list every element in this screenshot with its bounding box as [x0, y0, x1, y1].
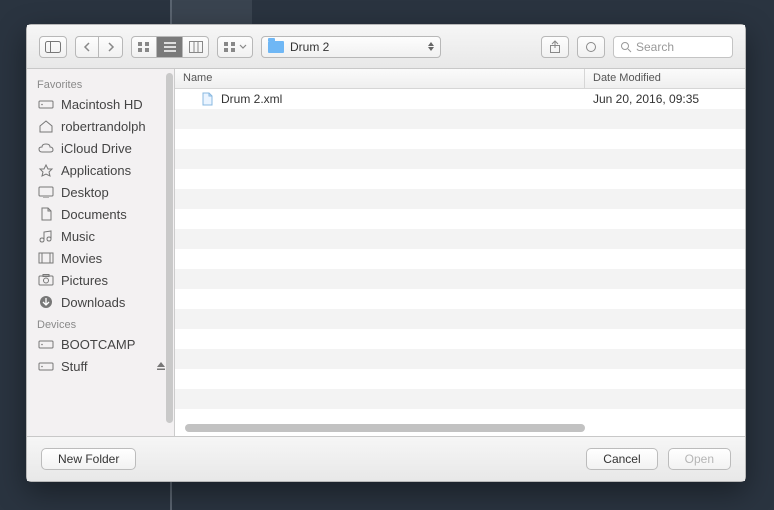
open-dialog: Drum 2 Search Favorites Macintosh HD rob… [26, 24, 746, 482]
path-popup[interactable]: Drum 2 [261, 36, 441, 58]
hdd-icon [37, 336, 55, 352]
home-icon [37, 118, 55, 134]
movies-icon [37, 250, 55, 266]
file-row[interactable]: Drum 2.xml Jun 20, 2016, 09:35 [175, 89, 745, 109]
horizontal-scrollbar[interactable] [185, 424, 585, 432]
new-folder-button[interactable]: New Folder [41, 448, 136, 470]
forward-button[interactable] [99, 36, 123, 58]
cloud-icon [37, 140, 55, 156]
pictures-icon [37, 272, 55, 288]
back-button[interactable] [75, 36, 99, 58]
docs-icon [37, 206, 55, 222]
sidebar-section-devices: Devices [27, 313, 174, 333]
cancel-button[interactable]: Cancel [586, 448, 657, 470]
column-name[interactable]: Name [175, 69, 585, 88]
file-list-area: Name Date Modified Drum 2.xml Jun 20, 20… [175, 69, 745, 436]
tags-button[interactable] [577, 36, 605, 58]
downloads-icon [37, 294, 55, 310]
column-view-button[interactable] [183, 36, 209, 58]
list-view-button[interactable] [157, 36, 183, 58]
search-icon [620, 41, 632, 53]
sidebar-item-pictures[interactable]: Pictures [27, 269, 174, 291]
sidebar-item-music[interactable]: Music [27, 225, 174, 247]
file-date: Jun 20, 2016, 09:35 [585, 92, 745, 106]
view-mode-buttons [131, 36, 209, 58]
toolbar: Drum 2 Search [27, 25, 745, 69]
search-placeholder: Search [636, 40, 674, 54]
sidebar-item-documents[interactable]: Documents [27, 203, 174, 225]
sidebar-item-stuff[interactable]: Stuff [27, 355, 174, 377]
sidebar-item-downloads[interactable]: Downloads [27, 291, 174, 313]
hdd-icon [37, 96, 55, 112]
nav-buttons [75, 36, 123, 58]
eject-icon[interactable] [156, 359, 166, 374]
dialog-footer: New Folder Cancel Open [27, 437, 745, 481]
column-headers: Name Date Modified [175, 69, 745, 89]
xml-file-icon [199, 91, 215, 107]
hdd-icon [37, 358, 55, 374]
music-icon [37, 228, 55, 244]
folder-icon [268, 41, 284, 53]
file-name: Drum 2.xml [221, 92, 282, 106]
arrange-button[interactable] [217, 36, 253, 58]
sidebar-toggle-button[interactable] [39, 36, 67, 58]
apps-icon [37, 162, 55, 178]
column-date[interactable]: Date Modified [585, 69, 745, 88]
path-label: Drum 2 [290, 40, 329, 54]
sidebar: Favorites Macintosh HD robertrandolph iC… [27, 69, 175, 436]
open-button[interactable]: Open [668, 448, 731, 470]
sidebar-item-desktop[interactable]: Desktop [27, 181, 174, 203]
sidebar-item-icloud[interactable]: iCloud Drive [27, 137, 174, 159]
icon-view-button[interactable] [131, 36, 157, 58]
search-field[interactable]: Search [613, 36, 733, 58]
sidebar-section-favorites: Favorites [27, 73, 174, 93]
sidebar-item-bootcamp[interactable]: BOOTCAMP [27, 333, 174, 355]
sidebar-item-macintosh-hd[interactable]: Macintosh HD [27, 93, 174, 115]
desktop-icon [37, 184, 55, 200]
sidebar-item-movies[interactable]: Movies [27, 247, 174, 269]
sidebar-item-applications[interactable]: Applications [27, 159, 174, 181]
share-button[interactable] [541, 36, 569, 58]
file-rows: Drum 2.xml Jun 20, 2016, 09:35 [175, 89, 745, 436]
sidebar-scrollbar[interactable] [166, 73, 173, 423]
updown-icon [428, 42, 434, 51]
sidebar-item-home[interactable]: robertrandolph [27, 115, 174, 137]
